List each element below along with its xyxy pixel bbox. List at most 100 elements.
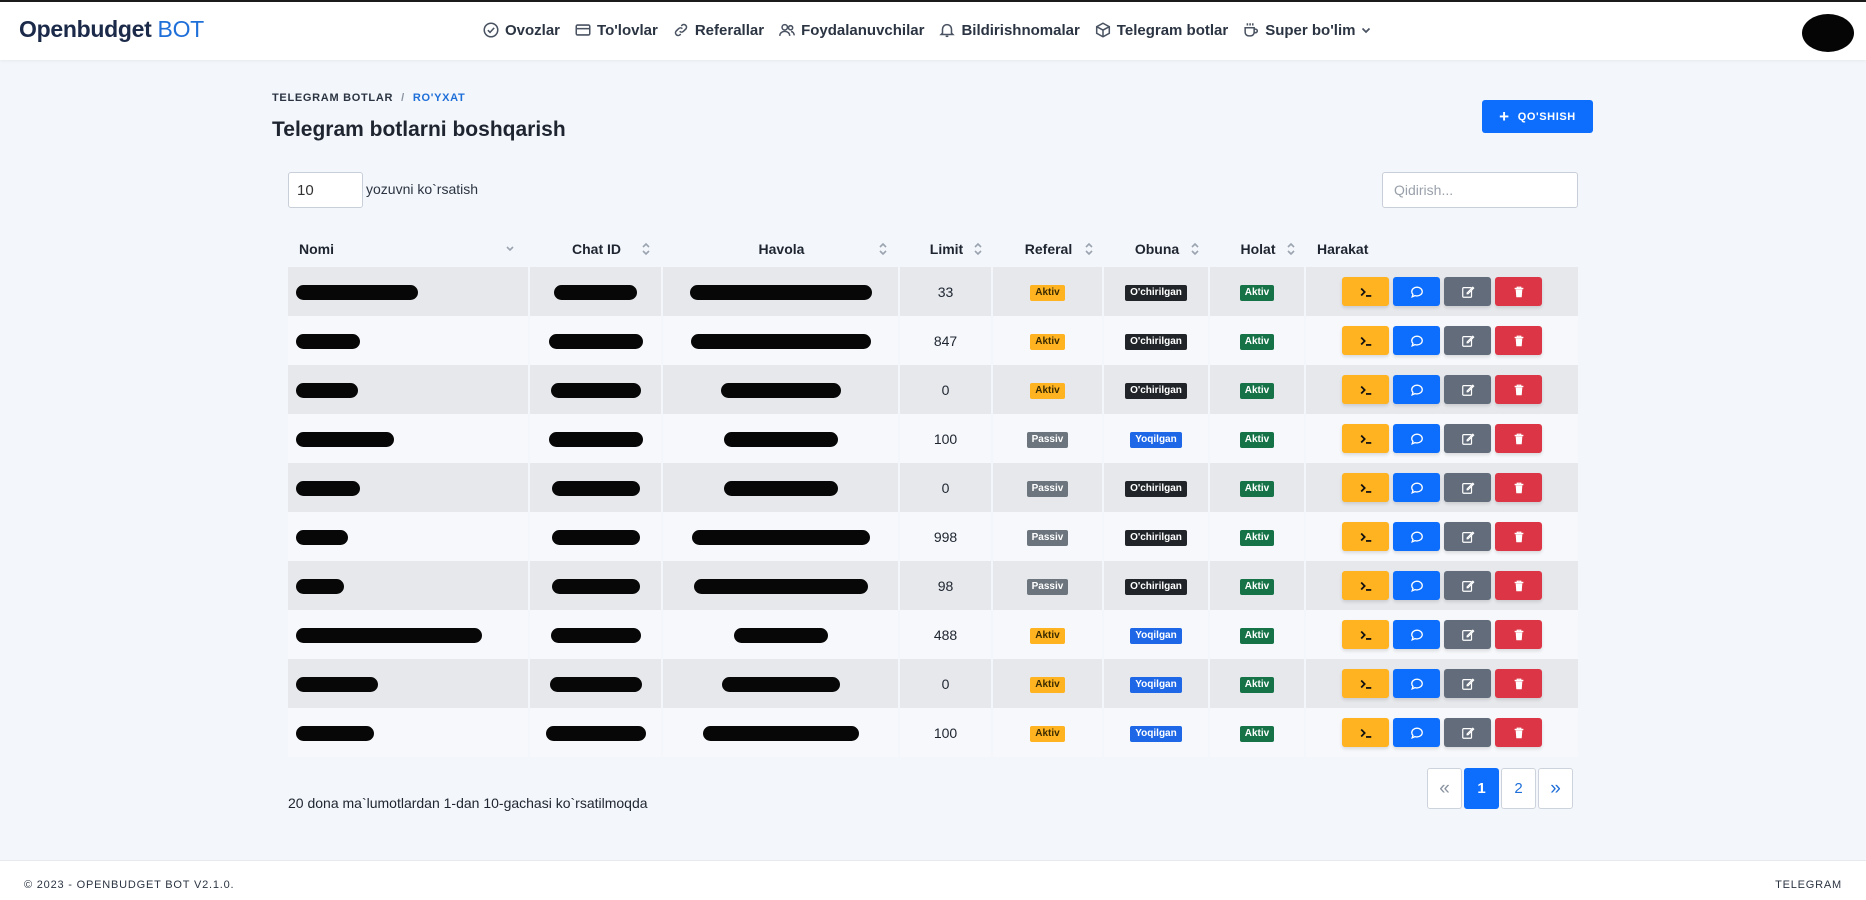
- edit-button[interactable]: [1444, 375, 1491, 404]
- console-button[interactable]: [1342, 326, 1389, 355]
- message-button[interactable]: [1393, 375, 1440, 404]
- cell-obuna: Yoqilgan: [1104, 414, 1210, 463]
- console-button[interactable]: [1342, 522, 1389, 551]
- page-length-input[interactable]: [288, 172, 363, 208]
- referal-badge: Passiv: [1026, 530, 1069, 546]
- cell-harakat: [1306, 365, 1578, 414]
- message-button[interactable]: [1393, 424, 1440, 453]
- cell-harakat: [1306, 659, 1578, 708]
- pagination-next[interactable]: »: [1538, 768, 1573, 809]
- message-button[interactable]: [1393, 326, 1440, 355]
- pagination-page-2[interactable]: 2: [1501, 768, 1536, 809]
- column-header-obuna[interactable]: Obuna: [1104, 231, 1210, 267]
- delete-button[interactable]: [1495, 375, 1542, 404]
- cell-havola: [663, 708, 900, 757]
- console-button[interactable]: [1342, 473, 1389, 502]
- edit-button[interactable]: [1444, 718, 1491, 747]
- cell-obuna: Yoqilgan: [1104, 659, 1210, 708]
- console-button[interactable]: [1342, 620, 1389, 649]
- cell-havola: [663, 267, 900, 316]
- row-actions: [1306, 718, 1578, 747]
- console-button[interactable]: [1342, 718, 1389, 747]
- delete-button[interactable]: [1495, 718, 1542, 747]
- nav-item-foydalanuvchilar[interactable]: Foydalanuvchilar: [778, 21, 924, 39]
- column-header-referal[interactable]: Referal: [993, 231, 1104, 267]
- nav-item-telegram-botlar[interactable]: Telegram botlar: [1094, 21, 1228, 39]
- cell-holat: Aktiv: [1210, 610, 1306, 659]
- redacted-name: [296, 725, 374, 741]
- chat-bubble-icon: [1410, 335, 1423, 347]
- delete-button[interactable]: [1495, 326, 1542, 355]
- console-button[interactable]: [1342, 424, 1389, 453]
- console-button[interactable]: [1342, 571, 1389, 600]
- nav-item-bildirishnomalar[interactable]: Bildirishnomalar: [938, 21, 1080, 39]
- nav-item-super-bolim[interactable]: Super bo'lim: [1242, 21, 1372, 39]
- chat-bubble-icon: [1410, 629, 1423, 641]
- cell-havola: [663, 659, 900, 708]
- terminal-icon: [1360, 434, 1371, 444]
- nav-item-referallar[interactable]: Referallar: [672, 21, 764, 39]
- chevron-down-icon: [1362, 27, 1371, 34]
- console-button[interactable]: [1342, 669, 1389, 698]
- redacted-chat-id: [549, 676, 642, 692]
- edit-button[interactable]: [1444, 620, 1491, 649]
- edit-icon: [1461, 677, 1474, 690]
- footer-telegram-link[interactable]: TELEGRAM: [1775, 879, 1842, 891]
- referal-badge: Aktiv: [1030, 383, 1065, 399]
- column-header-chat-id[interactable]: Chat ID: [530, 231, 663, 267]
- message-button[interactable]: [1393, 522, 1440, 551]
- delete-button[interactable]: [1495, 473, 1542, 502]
- pagination-page-1[interactable]: 1: [1464, 768, 1499, 809]
- edit-button[interactable]: [1444, 669, 1491, 698]
- console-button[interactable]: [1342, 277, 1389, 306]
- search-input[interactable]: [1382, 172, 1578, 208]
- row-actions: [1306, 571, 1578, 600]
- edit-button[interactable]: [1444, 326, 1491, 355]
- add-bot-button[interactable]: + QO'SHISH: [1482, 100, 1593, 133]
- edit-button[interactable]: [1444, 522, 1491, 551]
- delete-button[interactable]: [1495, 571, 1542, 600]
- message-button[interactable]: [1393, 277, 1440, 306]
- pagination-prev[interactable]: «: [1427, 768, 1462, 809]
- column-header-havola[interactable]: Havola: [663, 231, 900, 267]
- nav-item-ovozlar[interactable]: Ovozlar: [482, 21, 560, 39]
- delete-button[interactable]: [1495, 277, 1542, 306]
- cell-obuna: Yoqilgan: [1104, 610, 1210, 659]
- message-button[interactable]: [1393, 718, 1440, 747]
- delete-button[interactable]: [1495, 620, 1542, 649]
- chat-bubble-icon: [1410, 531, 1423, 543]
- column-header-nomi[interactable]: Nomi: [288, 231, 530, 267]
- cell-holat: Aktiv: [1210, 561, 1306, 610]
- brand-logo[interactable]: Openbudget BOT: [19, 16, 204, 43]
- user-avatar[interactable]: [1802, 14, 1854, 52]
- cell-chat-id: [530, 512, 663, 561]
- console-button[interactable]: [1342, 375, 1389, 404]
- delete-button[interactable]: [1495, 669, 1542, 698]
- edit-button[interactable]: [1444, 571, 1491, 600]
- nav-item-tolovlar[interactable]: To'lovlar: [574, 21, 658, 39]
- breadcrumb-parent[interactable]: TELEGRAM BOTLAR: [272, 92, 393, 104]
- cell-limit: 847: [900, 316, 993, 365]
- message-button[interactable]: [1393, 669, 1440, 698]
- edit-button[interactable]: [1444, 424, 1491, 453]
- edit-button[interactable]: [1444, 473, 1491, 502]
- holat-badge: Aktiv: [1239, 628, 1275, 644]
- message-button[interactable]: [1393, 571, 1440, 600]
- table-header-row: Nomi Chat ID Havola Limit Referal Obuna …: [288, 231, 1578, 267]
- message-button[interactable]: [1393, 473, 1440, 502]
- cell-obuna: O'chirilgan: [1104, 512, 1210, 561]
- redacted-chat-id: [551, 529, 640, 545]
- redacted-name: [296, 333, 360, 349]
- redacted-name: [296, 480, 360, 496]
- edit-button[interactable]: [1444, 277, 1491, 306]
- column-header-holat[interactable]: Holat: [1210, 231, 1306, 267]
- message-button[interactable]: [1393, 620, 1440, 649]
- main-nav: Ovozlar To'lovlar Referallar Foydalanuvc…: [482, 21, 1372, 39]
- column-header-limit[interactable]: Limit: [900, 231, 993, 267]
- cell-obuna: O'chirilgan: [1104, 316, 1210, 365]
- trash-icon: [1514, 629, 1523, 640]
- delete-button[interactable]: [1495, 424, 1542, 453]
- terminal-icon: [1360, 630, 1371, 640]
- delete-button[interactable]: [1495, 522, 1542, 551]
- sort-icon: [1191, 242, 1199, 256]
